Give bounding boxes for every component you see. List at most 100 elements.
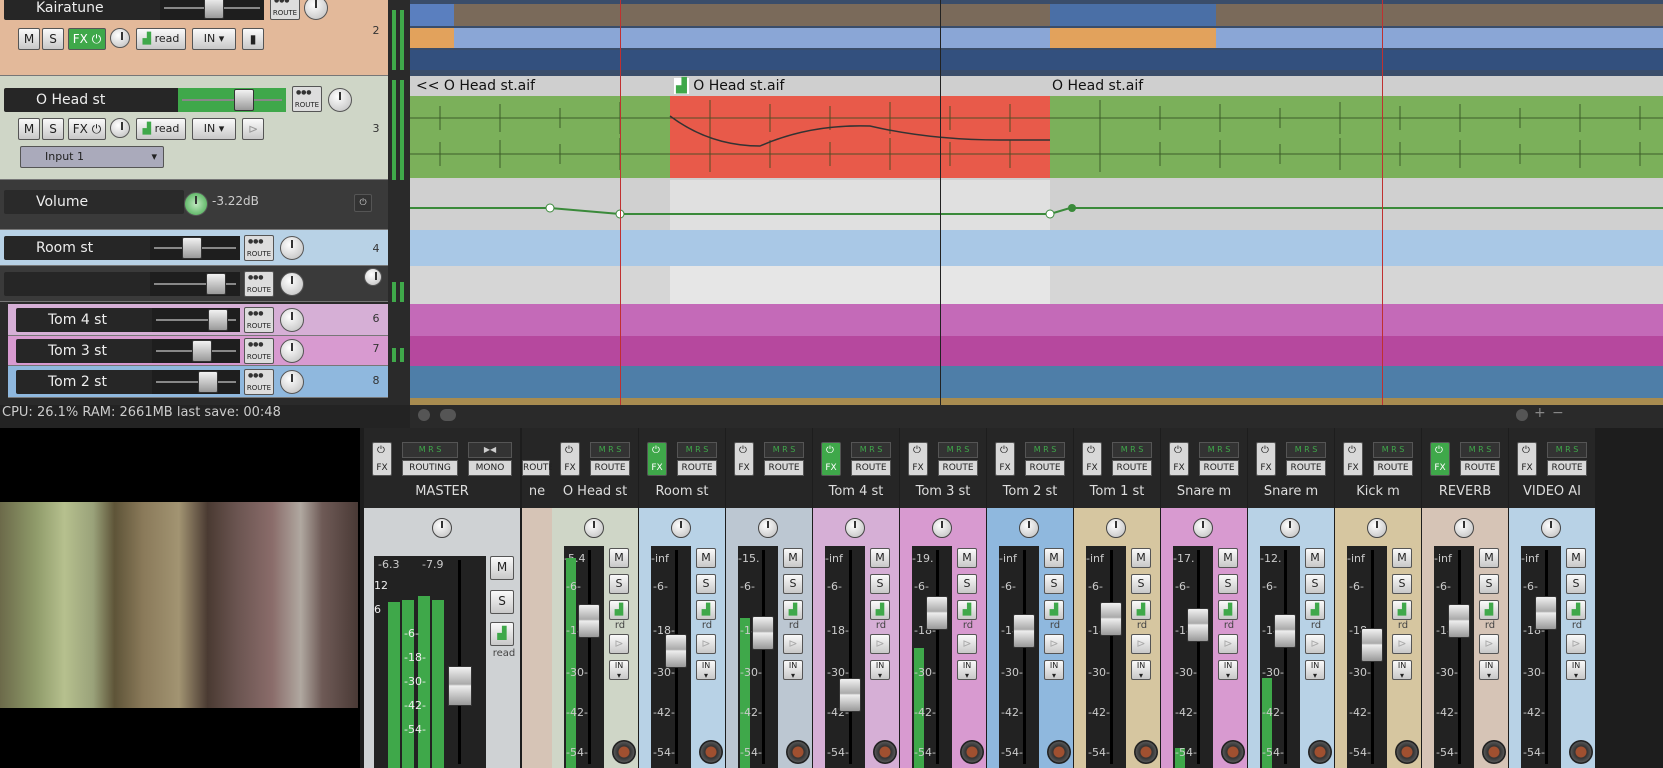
fader-track[interactable]: -inf -6- -18- -30- -42- -54-	[1521, 546, 1561, 768]
envelope-icon[interactable]: ▟	[609, 600, 629, 620]
mute-solo-indicator[interactable]: M R S	[1460, 442, 1500, 458]
envelope-icon[interactable]: ▟	[1218, 600, 1238, 620]
freeze-icon[interactable]: ⊳	[957, 634, 977, 654]
route-button[interactable]: ROUTE	[244, 235, 274, 261]
mute-solo-indicator[interactable]: M R S	[851, 442, 891, 458]
solo-button[interactable]: S	[42, 118, 64, 140]
solo-button[interactable]: S	[696, 574, 716, 594]
pan-knob[interactable]	[280, 272, 304, 296]
track-room-st[interactable]: Room st ROUTE 4	[0, 230, 388, 266]
record-arm-button[interactable]	[873, 740, 897, 764]
fader-track[interactable]: -19. -6- -18- -30- -42- -54-	[912, 546, 952, 768]
fader-cap[interactable]	[578, 604, 600, 638]
mute-solo-indicator[interactable]: M R S	[1112, 442, 1152, 458]
record-arm-button[interactable]	[1395, 740, 1419, 764]
solo-button[interactable]: S	[783, 574, 803, 594]
power-icon[interactable]: ⏻	[354, 194, 372, 212]
envelope-icon[interactable]: ▟	[1044, 600, 1064, 620]
freeze-icon[interactable]: ⊳	[870, 634, 890, 654]
mute-button[interactable]: M	[18, 118, 40, 140]
freeze-icon[interactable]: ⊳	[1479, 634, 1499, 654]
freeze-icon[interactable]: ⊳	[609, 634, 629, 654]
lane-volume-envelope[interactable]	[410, 180, 1663, 230]
mute-solo-indicator[interactable]: M R S	[1286, 442, 1326, 458]
mute-button[interactable]: M	[1305, 548, 1325, 568]
phase-icon[interactable]	[110, 28, 130, 48]
lane-tom-2-st[interactable]	[410, 366, 1663, 398]
fx-button[interactable]: FX	[1169, 442, 1189, 476]
lane-tom-3-st[interactable]	[410, 336, 1663, 366]
fader-track[interactable]: -17. -6- -18- -30- -42- -54-	[1173, 546, 1213, 768]
volume-fader[interactable]	[152, 370, 240, 394]
fader-cap[interactable]	[1187, 608, 1209, 642]
solo-button[interactable]: S	[42, 28, 64, 50]
mono-button[interactable]: MONO	[468, 460, 512, 476]
fader-cap[interactable]	[1100, 602, 1122, 636]
input-button[interactable]: IN ▾	[1392, 660, 1412, 680]
freeze-icon[interactable]: ⊳	[1044, 634, 1064, 654]
route-button[interactable]: ROUTE	[244, 338, 274, 364]
mute-button[interactable]: M	[783, 548, 803, 568]
fader-track[interactable]: -inf -6- -18- -30- -42- -54-	[1347, 546, 1387, 768]
record-arm-button[interactable]	[960, 740, 984, 764]
fx-button[interactable]: FX	[1343, 442, 1363, 476]
pan-knob[interactable]	[280, 339, 304, 363]
mute-solo-indicator[interactable]: M R S	[590, 442, 630, 458]
record-arm-button[interactable]	[612, 740, 636, 764]
mute-button[interactable]: M	[490, 556, 514, 580]
track-o-head-st[interactable]: O Head st ROUTE M S FX ⏻ ▟ read IN ▾ ⊳ I…	[0, 76, 388, 180]
freeze-icon[interactable]: ⊳	[696, 634, 716, 654]
mute-button[interactable]: M	[696, 548, 716, 568]
fader-cap[interactable]	[1448, 604, 1470, 638]
route-button[interactable]: ROUTE	[764, 460, 804, 476]
envelope-button[interactable]: ▟ read	[136, 118, 186, 140]
plus-icon[interactable]: +	[1534, 405, 1546, 421]
lane-folder[interactable]	[410, 266, 1663, 304]
freeze-icon[interactable]: ⊳	[1566, 634, 1586, 654]
route-button[interactable]: ROUTE	[590, 460, 630, 476]
volume-fader[interactable]	[150, 236, 240, 260]
lane-next[interactable]	[410, 398, 1663, 405]
input-button[interactable]: IN ▾	[1566, 660, 1586, 680]
mute-solo-indicator[interactable]: M R S	[402, 442, 458, 458]
freeze-icon[interactable]: ⊳	[1218, 634, 1238, 654]
envelope-icon[interactable]: ▟	[696, 600, 716, 620]
pan-knob[interactable]	[280, 308, 304, 332]
mute-button[interactable]: M	[1392, 548, 1412, 568]
master-fader-cap[interactable]	[448, 666, 472, 706]
mute-button[interactable]: M	[1566, 548, 1586, 568]
envelope-icon[interactable]: ▟	[1131, 600, 1151, 620]
envelope-value-knob[interactable]	[184, 192, 208, 216]
route-button[interactable]: ROUTE	[522, 460, 554, 476]
solo-button[interactable]: S	[1131, 574, 1151, 594]
solo-button[interactable]: S	[1479, 574, 1499, 594]
input-button[interactable]: IN ▾	[1131, 660, 1151, 680]
pan-knob[interactable]	[328, 88, 352, 112]
pan-knob[interactable]	[932, 518, 952, 538]
track-tom-2-st[interactable]: Tom 2 st ROUTE 8	[8, 366, 388, 398]
fx-button[interactable]: FX	[560, 442, 580, 476]
record-arm-button[interactable]	[1569, 740, 1593, 764]
fx-button[interactable]: FX	[647, 442, 667, 476]
fx-button[interactable]: FX	[1430, 442, 1450, 476]
scroll-handle-icon[interactable]	[440, 409, 456, 421]
pan-knob[interactable]	[304, 0, 328, 20]
volume-fader[interactable]	[160, 0, 264, 20]
fader-track[interactable]: -15. -6- -18- -30- -42- -54-	[738, 546, 778, 768]
record-arm-button[interactable]	[1482, 740, 1506, 764]
fx-button[interactable]: FX	[908, 442, 928, 476]
route-button[interactable]: ROUTE	[1199, 460, 1239, 476]
input-button[interactable]: IN ▾	[957, 660, 977, 680]
mute-button[interactable]: M	[1218, 548, 1238, 568]
input-button[interactable]: IN ▾	[696, 660, 716, 680]
fx-button[interactable]: FX	[1256, 442, 1276, 476]
input-button[interactable]: IN ▾	[192, 118, 236, 140]
fader-track[interactable]: -inf -6- -18- -30- -42- -54-	[651, 546, 691, 768]
pan-knob[interactable]	[1367, 518, 1387, 538]
fx-button[interactable]: FX	[372, 442, 392, 476]
track-tom-3-st[interactable]: Tom 3 st ROUTE 7	[8, 336, 388, 366]
envelope-icon[interactable]: ▟	[957, 600, 977, 620]
envelope-icon[interactable]: ▟	[783, 600, 803, 620]
route-button[interactable]: ROUTE	[938, 460, 978, 476]
pan-knob[interactable]	[1019, 518, 1039, 538]
